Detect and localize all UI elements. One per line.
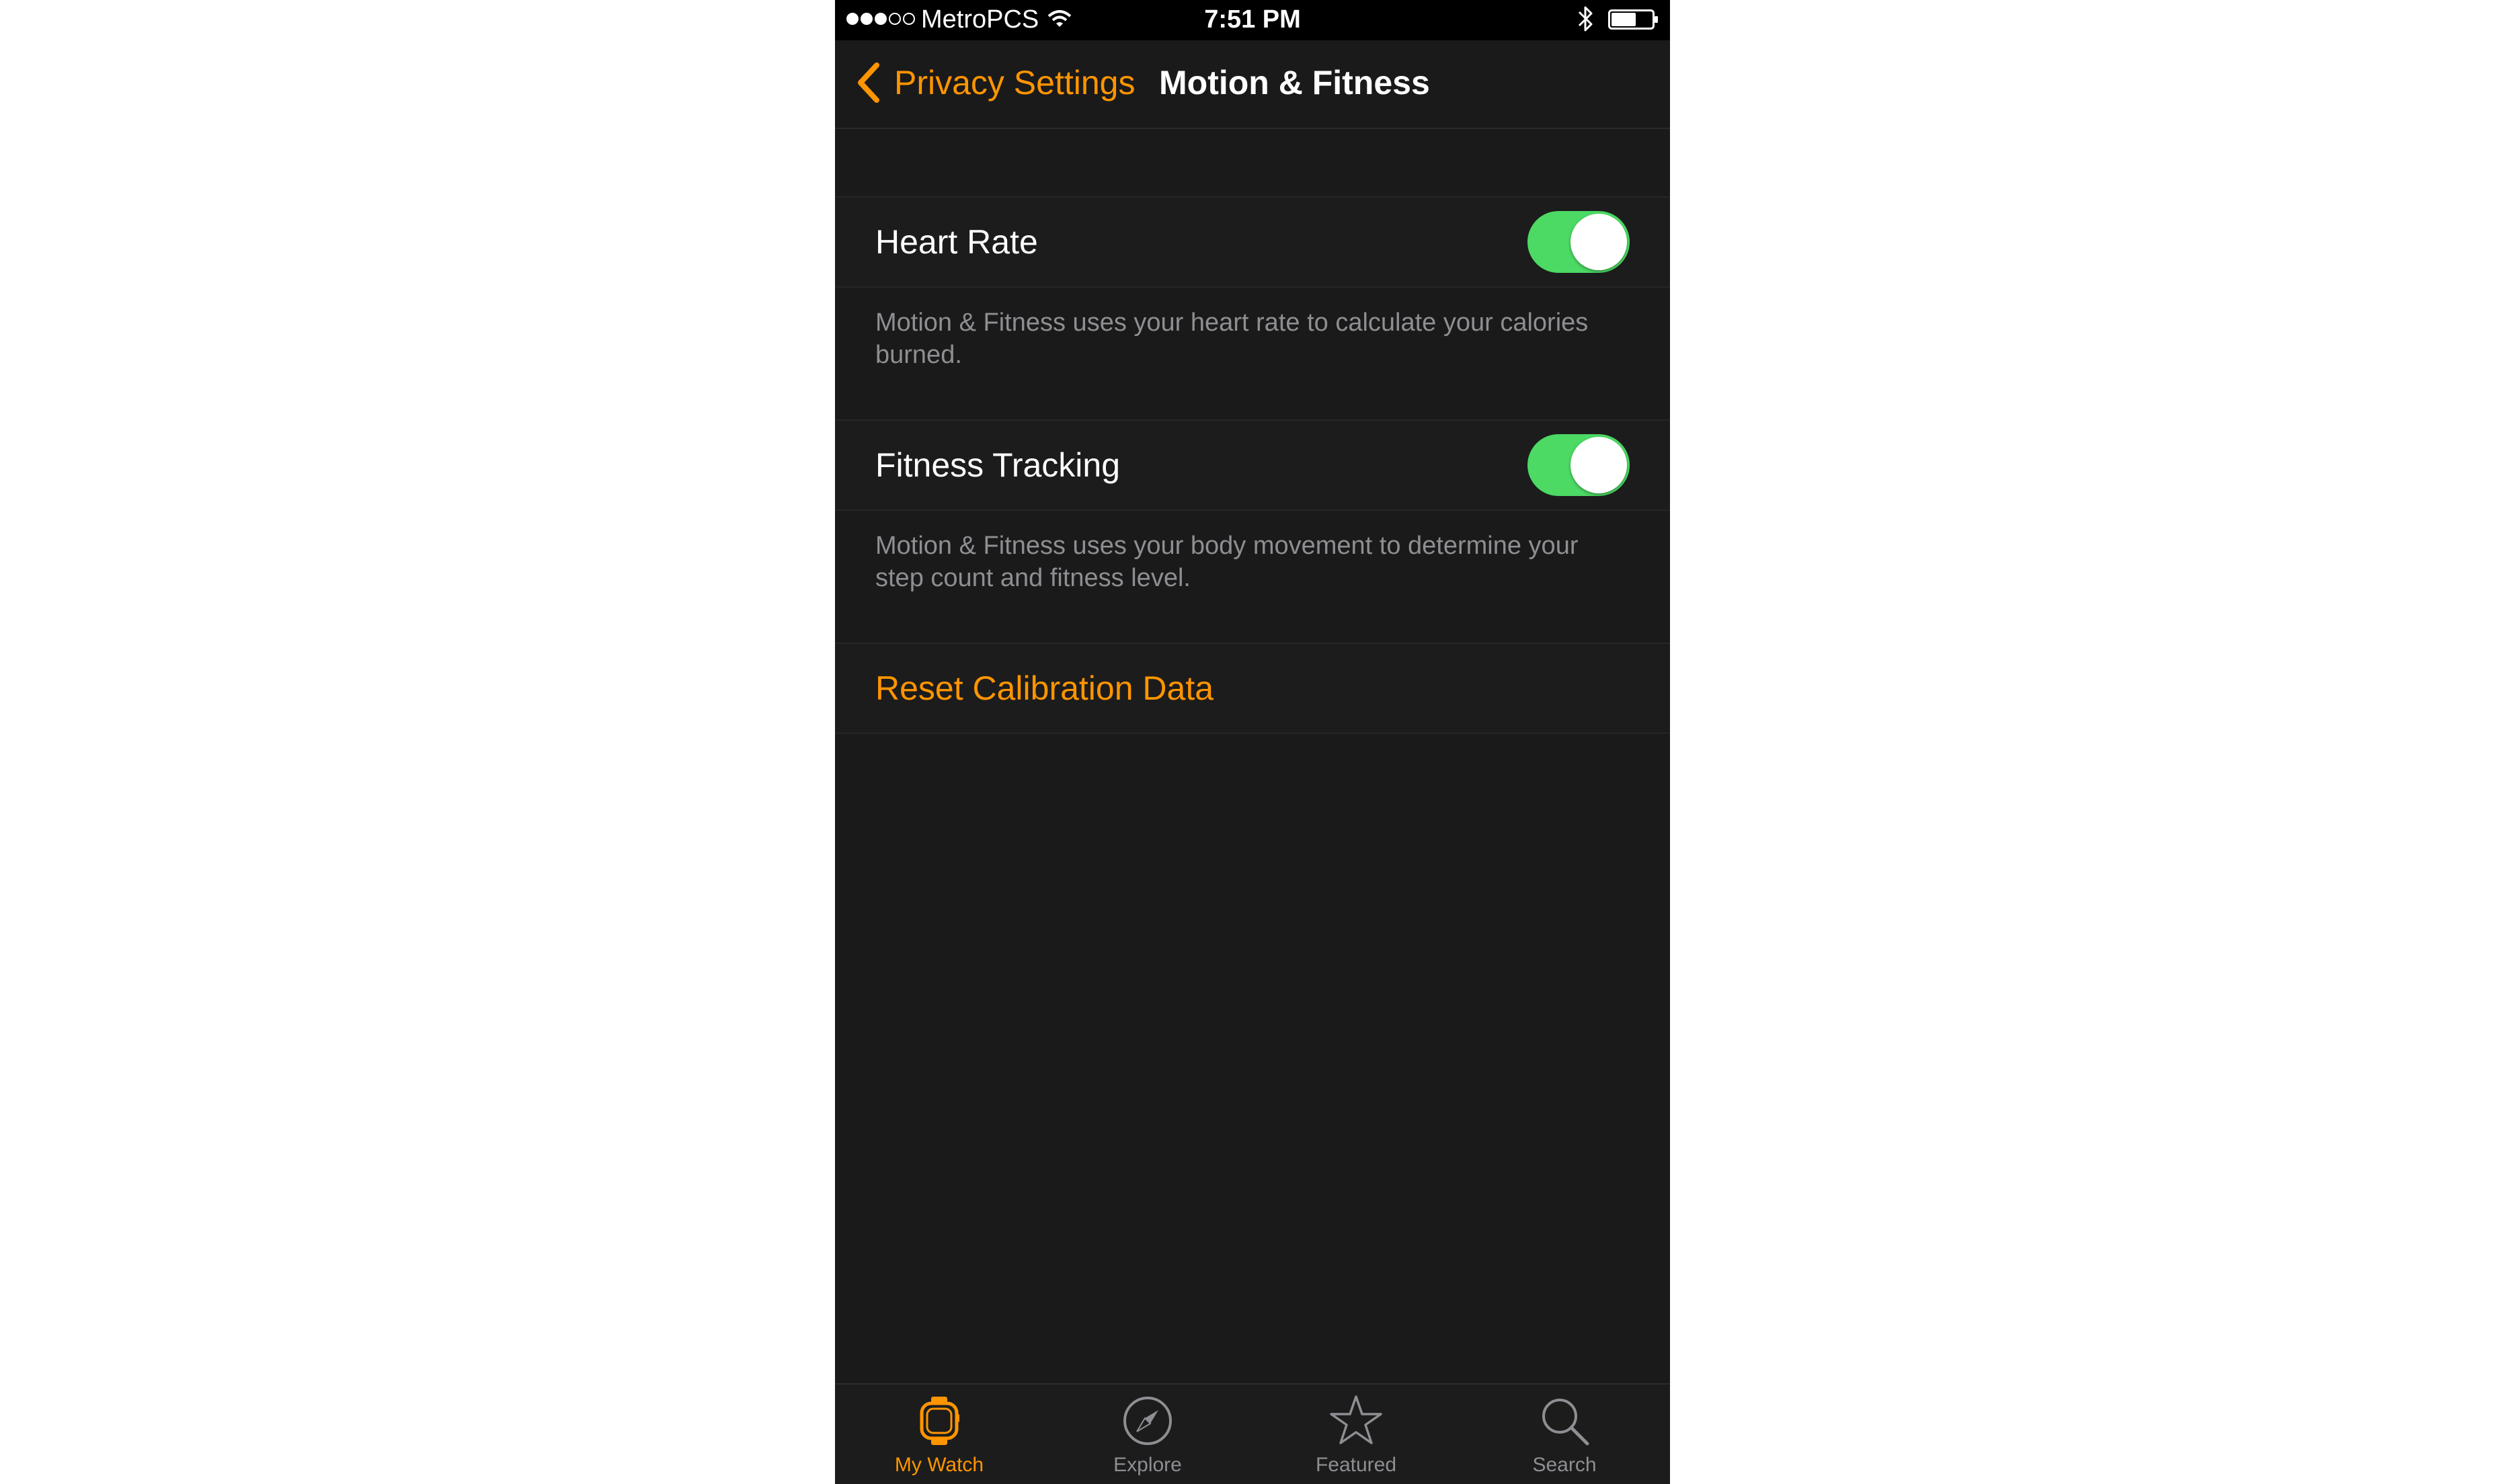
search-icon (1542, 1399, 1589, 1446)
heart-rate-row: Heart Rate (835, 196, 1670, 288)
star-icon (1330, 1395, 1382, 1444)
compass-icon (1123, 1397, 1172, 1445)
page-title: Motion & Fitness (1159, 64, 1430, 101)
fitness-tracking-toggle[interactable] (1527, 434, 1630, 496)
tab-label: Explore (1113, 1454, 1182, 1476)
status-bar: MetroPCS 7:51 PM (835, 0, 1670, 40)
reset-calibration-label: Reset Calibration Data (875, 669, 1214, 707)
chevron-left-icon (858, 63, 879, 103)
status-time: 7:51 PM (1204, 5, 1301, 34)
heart-rate-toggle[interactable] (1527, 211, 1630, 273)
fitness-tracking-label: Fitness Tracking (875, 446, 1121, 484)
tab-bar: My Watch Explore Featured Search (835, 1383, 1670, 1484)
toggle-knob (1570, 214, 1627, 270)
tab-label: Featured (1315, 1454, 1397, 1476)
toggle-knob (1570, 437, 1627, 493)
tab-label: My Watch (894, 1454, 984, 1476)
phone-screen: MetroPCS 7:51 PM Privacy Settings Motion… (835, 0, 1670, 1484)
tab-featured[interactable]: Featured (1252, 1385, 1460, 1484)
tab-label: Search (1532, 1454, 1597, 1476)
reset-calibration-button[interactable]: Reset Calibration Data (835, 643, 1670, 734)
tab-explore[interactable]: Explore (1043, 1385, 1252, 1484)
back-button[interactable]: Privacy Settings (855, 59, 1135, 106)
back-button-label: Privacy Settings (894, 64, 1136, 101)
bluetooth-icon (1578, 6, 1593, 32)
heart-rate-label: Heart Rate (875, 223, 1038, 261)
tab-search[interactable]: Search (1460, 1385, 1669, 1484)
heart-rate-description: Motion & Fitness uses your heart rate to… (875, 308, 1589, 369)
fitness-tracking-row: Fitness Tracking (835, 419, 1670, 511)
watch-icon (920, 1397, 959, 1445)
tab-my-watch[interactable]: My Watch (835, 1385, 1043, 1484)
fitness-tracking-description: Motion & Fitness uses your body movement… (875, 532, 1579, 592)
battery-icon (1608, 9, 1658, 30)
navigation-bar: Privacy Settings Motion & Fitness (835, 40, 1670, 129)
